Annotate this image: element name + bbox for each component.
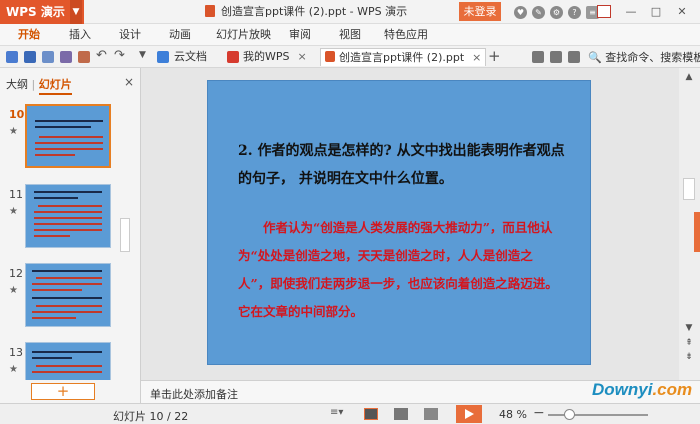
app-logo-label: WPS 演示	[6, 5, 65, 19]
slide-question[interactable]: 2. 作者的观点是怎样的? 从文中找出能表明作者观点的句子， 并说明在文中什么位…	[238, 137, 568, 193]
status-bar: 幻灯片 10 / 22 ≡▾ 48 % −	[0, 403, 700, 424]
skin-icon[interactable]: ♥	[514, 5, 527, 19]
tab-current-doc[interactable]: 创造宣言ppt课件 (2).ppt ×	[320, 48, 487, 66]
close-tab-icon[interactable]: ×	[472, 51, 481, 64]
title-bar: WPS 演示 ▼ 创造宣言ppt课件 (2).ppt - WPS 演示 未登录 …	[0, 0, 700, 24]
tab-design[interactable]: 设计	[119, 24, 141, 46]
zoom-slider[interactable]	[548, 414, 648, 416]
wps-icon	[227, 51, 239, 63]
print-icon[interactable]	[60, 51, 72, 63]
scroll-up-icon[interactable]: ▲	[683, 72, 695, 82]
tab-view[interactable]: 视图	[339, 24, 361, 46]
notes-placeholder: 单击此处添加备注	[150, 388, 238, 401]
save-icon[interactable]	[24, 51, 36, 63]
tab-current-doc-label: 创造宣言ppt课件 (2).ppt	[339, 51, 465, 64]
ppt-file-icon	[205, 5, 215, 17]
command-search-label: 查找命令、搜索模板	[605, 51, 700, 64]
layout-icon[interactable]	[550, 51, 562, 63]
reading-view-icon[interactable]	[424, 408, 438, 420]
window-title-text: 创造宣言ppt课件 (2).ppt - WPS 演示	[221, 5, 408, 18]
normal-view-icon[interactable]	[364, 408, 378, 420]
star-icon: ★	[9, 206, 18, 217]
slide-number: 11	[9, 188, 23, 201]
tab-slides[interactable]: 幻灯片	[38, 78, 72, 95]
tab-review[interactable]: 审阅	[289, 24, 311, 46]
new-tab-icon[interactable]: +	[488, 47, 501, 65]
preview-icon[interactable]	[78, 51, 90, 63]
collapse-icon[interactable]	[568, 51, 580, 63]
slide-thumbnail[interactable]: 11 ★	[0, 184, 120, 256]
side-panel-toggle[interactable]	[694, 212, 700, 252]
slide-editor: 2. 作者的观点是怎样的? 从文中找出能表明作者观点的句子， 并说明在文中什么位…	[141, 68, 700, 380]
prev-slide-icon[interactable]: ⇞	[683, 338, 695, 348]
undo-icon[interactable]: ↶	[96, 48, 108, 63]
panel-scrollbar[interactable]	[120, 218, 130, 252]
thumbnail-image	[25, 342, 111, 380]
window-title: 创造宣言ppt课件 (2).ppt - WPS 演示	[205, 0, 407, 24]
scroll-thumb[interactable]	[683, 178, 695, 200]
maximize-icon[interactable]: □	[646, 0, 666, 24]
ppt-file-icon	[325, 51, 335, 62]
close-window-icon[interactable]: ✕	[672, 0, 692, 24]
export-icon[interactable]	[42, 51, 54, 63]
slide-count: 幻灯片 10 / 22	[113, 410, 189, 423]
scroll-down-icon[interactable]: ▼	[683, 323, 695, 333]
slide-answer[interactable]: 作者认为“创造是人类发展的强大推动力”，而且他认为“处处是创造之地，天天是创造之…	[238, 214, 558, 326]
tab-slideshow[interactable]: 幻灯片放映	[216, 24, 271, 46]
tab-special[interactable]: 特色应用	[384, 24, 428, 46]
tab-my-wps[interactable]: 我的WPS ×	[243, 48, 307, 66]
slide-panel: 大纲 | 幻灯片 × 10 ★ 11 ★ 12 ★ 13 ★ +	[0, 68, 141, 403]
close-tab-icon[interactable]: ×	[298, 50, 307, 63]
thumbnail-image	[25, 184, 111, 248]
tab-outline[interactable]: 大纲	[6, 78, 28, 91]
message-box-icon[interactable]	[597, 5, 611, 18]
help-icon[interactable]: ?	[568, 5, 581, 19]
cloud-doc-icon	[157, 51, 169, 63]
wps-app-menu[interactable]: WPS 演示 ▼	[0, 0, 84, 24]
ribbon-tabs: 开始 插入 设计 动画 幻灯片放映 审阅 视图 特色应用	[0, 24, 700, 46]
slideshow-play-button[interactable]	[456, 405, 482, 423]
tab-animation[interactable]: 动画	[169, 24, 191, 46]
slide-thumbnail[interactable]: 13 ★	[0, 342, 120, 380]
slide-number: 12	[9, 267, 23, 280]
title-icons: ♥ ✎ ⚙ ? ≡	[514, 0, 604, 24]
settings-icon[interactable]: ⚙	[550, 5, 563, 19]
close-panel-icon[interactable]: ×	[124, 75, 134, 89]
zoom-out-icon[interactable]: −	[533, 405, 545, 421]
redo-icon[interactable]: ↷	[114, 48, 126, 63]
zoom-slider-handle[interactable]	[564, 409, 575, 420]
align-icon[interactable]: ≡▾	[330, 407, 344, 419]
slide-thumbnail[interactable]: 12 ★	[0, 263, 120, 335]
star-icon: ★	[9, 364, 18, 375]
panel-tabs: 大纲 | 幻灯片	[6, 76, 72, 95]
tab-insert[interactable]: 插入	[69, 24, 91, 46]
chevron-down-icon[interactable]: ▼	[70, 0, 82, 24]
next-slide-icon[interactable]: ⇟	[683, 352, 695, 362]
thumbnail-image	[25, 263, 111, 327]
slide-number: 13	[9, 346, 23, 359]
watermark: Downyi.com	[592, 380, 693, 399]
search-icon: 🔍	[588, 51, 602, 64]
tab-my-wps-label: 我的WPS	[243, 50, 290, 63]
login-button[interactable]: 未登录	[459, 2, 501, 21]
current-slide[interactable]: 2. 作者的观点是怎样的? 从文中找出能表明作者观点的句子， 并说明在文中什么位…	[207, 80, 591, 365]
new-doc-icon[interactable]	[6, 51, 18, 63]
customize-toolbar-icon[interactable]: ▼	[139, 50, 151, 62]
tab-home[interactable]: 开始	[18, 24, 40, 46]
thumbnail-image	[25, 104, 111, 168]
quick-toolbar: ↶ ↷ ▼ 云文档 我的WPS × 创造宣言ppt课件 (2).ppt × + 🔍 …	[0, 46, 700, 68]
slide-thumbnail[interactable]: 10 ★	[0, 104, 120, 176]
wps-presentation-window: WPS 演示 ▼ 创造宣言ppt课件 (2).ppt - WPS 演示 未登录 …	[0, 0, 700, 424]
add-slide-button[interactable]: +	[31, 383, 95, 400]
slide-sorter-icon[interactable]	[394, 408, 408, 420]
feedback-icon[interactable]: ✎	[532, 5, 545, 19]
star-icon: ★	[9, 285, 18, 296]
tab-cloud-docs[interactable]: 云文档	[174, 48, 207, 66]
command-search[interactable]: 🔍 查找命令、搜索模板	[588, 49, 700, 65]
star-icon: ★	[9, 126, 18, 137]
window-icon[interactable]	[532, 51, 544, 63]
slide-number: 10	[9, 108, 25, 121]
zoom-level: 48 %	[499, 408, 527, 421]
minimize-icon[interactable]: —	[621, 0, 641, 24]
